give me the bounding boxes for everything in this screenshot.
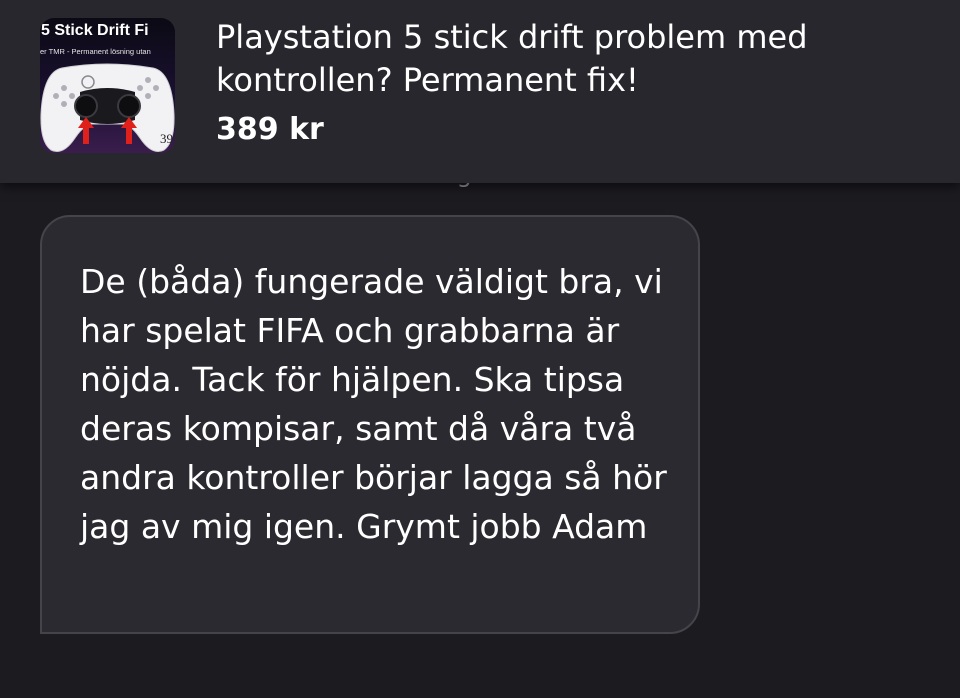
listing-price: 389 kr <box>216 112 324 147</box>
message-text: De (båda) fungerade väldigt bra, vi har … <box>80 262 667 546</box>
thumbnail-title: 5 Stick Drift Fi <box>41 22 149 39</box>
message-bubble[interactable]: De (båda) fungerade väldigt bra, vi har … <box>40 215 700 634</box>
thumbnail-subtitle: er TMR - Permanent lösning utan <box>40 47 151 56</box>
listing-header[interactable]: 5 Stick Drift Fi er TMR - Permanent lösn… <box>0 0 960 183</box>
gamepad-icon <box>40 63 175 152</box>
listing-thumbnail[interactable]: 5 Stick Drift Fi er TMR - Permanent lösn… <box>40 18 175 153</box>
thumbnail-price: 39 <box>160 131 173 146</box>
listing-title[interactable]: Playstation 5 stick drift problem med ko… <box>216 16 946 102</box>
